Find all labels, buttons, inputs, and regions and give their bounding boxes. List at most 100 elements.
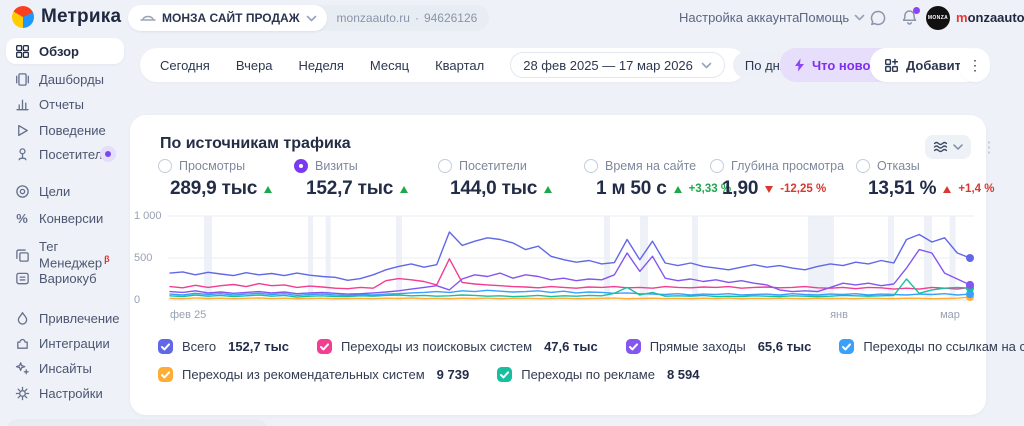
- legend-label: Переходы из поисковых систем: [341, 339, 532, 354]
- period-week-button[interactable]: Неделя: [299, 58, 344, 73]
- checkbox-checked-icon[interactable]: [317, 339, 332, 354]
- legend-value: 47,6 тыс: [544, 339, 598, 354]
- legend-label: Всего: [182, 339, 216, 354]
- metric-tab-users[interactable]: Посетители 144,0 тыс: [438, 159, 552, 200]
- sidebar-item-goals[interactable]: Цели: [6, 178, 124, 204]
- counter-favicon-car-icon: [140, 14, 156, 22]
- metric-tab-visits[interactable]: Визиты 152,7 тыс: [294, 159, 408, 200]
- lightning-icon: [794, 58, 805, 72]
- checkbox-checked-icon[interactable]: [839, 339, 854, 354]
- counter-name-dropdown[interactable]: МОНЗА САЙТ ПРОДАЖ: [128, 5, 327, 31]
- sidebar-item-label: Цели: [39, 184, 70, 199]
- checkbox-checked-icon[interactable]: [626, 339, 641, 354]
- user-avatar[interactable]: MONZA: [926, 6, 950, 30]
- chat-icon[interactable]: [869, 9, 887, 32]
- sidebar-item-overview[interactable]: Обзор: [6, 38, 124, 64]
- x-axis-tick: янв: [824, 309, 854, 321]
- sidebar-item-label: Интеграции: [39, 336, 110, 351]
- legend-label: Переходы по рекламе: [521, 367, 655, 382]
- sidebar-item-variocube[interactable]: Вариокуб: [6, 265, 124, 291]
- line-chart: 1 000 500 0 фев 25 янв мар: [130, 214, 986, 326]
- sidebar-item-dashboards[interactable]: Дашборды: [6, 66, 124, 92]
- date-range-dropdown[interactable]: 28 фев 2025 — 17 мар 2026: [510, 52, 725, 78]
- sidebar-item-visitors[interactable]: Посетители: [6, 141, 124, 167]
- legend-value: 8 594: [667, 367, 700, 382]
- radio-icon[interactable]: [158, 159, 172, 173]
- flame-icon: [14, 310, 30, 326]
- period-quarter-button[interactable]: Квартал: [435, 58, 484, 73]
- sidebar-item-acquisition[interactable]: Привлечение: [6, 305, 124, 331]
- avatar-text: MONZA: [928, 15, 948, 21]
- metrika-logo[interactable]: Метрика: [12, 6, 121, 28]
- chart-plot[interactable]: [168, 214, 976, 306]
- radio-icon[interactable]: [856, 159, 870, 173]
- metric-label: Посетители: [459, 159, 527, 173]
- legend-item-site-links[interactable]: Переходы по ссылкам на сайтах 12,4 тыс: [839, 339, 1024, 354]
- checkbox-checked-icon[interactable]: [158, 339, 173, 354]
- metric-value: 144,0 тыс: [450, 178, 537, 200]
- target-icon: [14, 183, 30, 199]
- metric-tab-depth[interactable]: Глубина просмотра 1,90-12,25 %: [710, 159, 844, 200]
- metric-tab-pageviews[interactable]: Просмотры 289,9 тыс: [158, 159, 272, 200]
- bottom-panel-edge: [6, 419, 268, 426]
- sidebar-item-reports[interactable]: Отчеты: [6, 91, 124, 117]
- user-name-rest: onzaauto: [968, 10, 1024, 25]
- metric-value: 289,9 тыс: [170, 178, 257, 200]
- legend-item-recommendations[interactable]: Переходы из рекомендательных систем 9 73…: [158, 367, 469, 382]
- period-yesterday-button[interactable]: Вчера: [236, 58, 273, 73]
- topbar: Метрика МОНЗА САЙТ ПРОДАЖ monzaauto.ru ·…: [0, 0, 1024, 36]
- sidebar-item-settings[interactable]: Настройки: [6, 380, 124, 406]
- sidebar-item-label: Дашборды: [39, 72, 104, 87]
- account-settings-link[interactable]: Настройка аккаунта: [679, 10, 799, 25]
- chevron-down-icon: [701, 62, 712, 69]
- metric-value: 1,90: [722, 178, 758, 200]
- legend-item-direct[interactable]: Прямые заходы 65,6 тыс: [626, 339, 812, 354]
- percent-icon: %: [14, 210, 30, 226]
- legend-value: 9 739: [437, 367, 470, 382]
- radio-icon[interactable]: [584, 159, 598, 173]
- notifications-bell-icon[interactable]: [901, 9, 918, 32]
- trend-up-icon: [264, 186, 272, 193]
- grid-icon: [14, 43, 30, 59]
- legend-item-search[interactable]: Переходы из поисковых систем 47,6 тыс: [317, 339, 598, 354]
- radio-icon[interactable]: [438, 159, 452, 173]
- sidebar-item-label: Вариокуб: [39, 271, 97, 286]
- metric-label: Визиты: [315, 159, 358, 173]
- period-today-button[interactable]: Сегодня: [160, 58, 210, 73]
- period-month-button[interactable]: Месяц: [370, 58, 409, 73]
- sidebar-item-behavior[interactable]: Поведение: [6, 117, 124, 143]
- checkbox-checked-icon[interactable]: [497, 367, 512, 382]
- toolbar-kebab-menu[interactable]: ⋮: [960, 48, 990, 82]
- sidebar-item-conversions[interactable]: % Тег Менеджер Конверсии: [6, 205, 124, 231]
- radio-icon[interactable]: [710, 159, 724, 173]
- metric-value: 1 м 50 с: [596, 178, 667, 200]
- help-dropdown[interactable]: Помощь: [799, 10, 865, 25]
- legend-item-ads[interactable]: Переходы по рекламе 8 594: [497, 367, 699, 382]
- metric-value: 152,7 тыс: [306, 178, 393, 200]
- trend-up-icon: [400, 186, 408, 193]
- radio-selected-icon[interactable]: [294, 159, 308, 173]
- chart-type-dropdown[interactable]: [925, 135, 971, 159]
- counter-id: 94626126: [424, 11, 477, 25]
- trend-up-icon: [943, 186, 951, 193]
- user-name[interactable]: monzaauto: [956, 10, 1024, 25]
- bar-chart-icon: [14, 96, 30, 112]
- metric-tab-bounces[interactable]: Отказы 13,51 %+1,4 %: [856, 159, 994, 200]
- sidebar-item-insights[interactable]: Инсайты: [6, 355, 124, 381]
- traffic-sources-card: По источникам трафика ⋮ Просмотры 289,9 …: [130, 115, 986, 415]
- x-axis-tick: мар: [934, 309, 966, 321]
- grid-plus-icon: [884, 58, 899, 73]
- card-kebab-menu[interactable]: ⋮: [981, 135, 997, 159]
- person-icon: [14, 146, 30, 162]
- date-range-value: 28 фев 2025 — 17 мар 2026: [523, 58, 693, 73]
- legend-label: Прямые заходы: [650, 339, 746, 354]
- checkbox-checked-icon[interactable]: [158, 367, 173, 382]
- legend-label: Переходы из рекомендательных систем: [182, 367, 425, 382]
- legend-value: 152,7 тыс: [228, 339, 289, 354]
- sidebar-item-integrations[interactable]: Интеграции: [6, 330, 124, 356]
- metric-label: Просмотры: [179, 159, 245, 173]
- sidebar: Обзор Дашборды Отчеты Поведение Посетите…: [0, 36, 128, 426]
- legend-item-total[interactable]: Всего 152,7 тыс: [158, 339, 289, 354]
- visitors-badge-dot: [100, 146, 116, 162]
- metric-value: 13,51 %: [868, 178, 936, 200]
